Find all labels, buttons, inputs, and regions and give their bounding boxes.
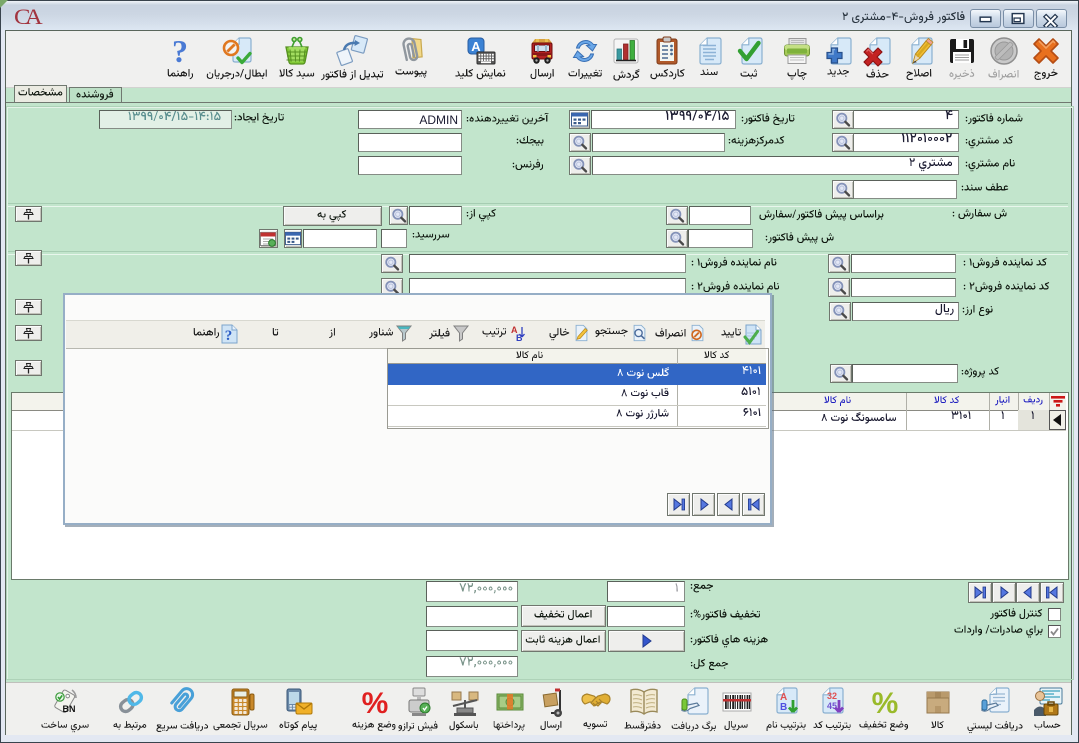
svg-text:%: % [872,687,899,718]
svg-text:%: % [362,687,389,718]
svg-text:B: B [780,702,787,713]
svg-text:?: ? [225,328,233,344]
svg-text:?: ? [172,35,188,67]
svg-text:BN: BN [63,704,76,714]
svg-text:32: 32 [827,691,837,701]
